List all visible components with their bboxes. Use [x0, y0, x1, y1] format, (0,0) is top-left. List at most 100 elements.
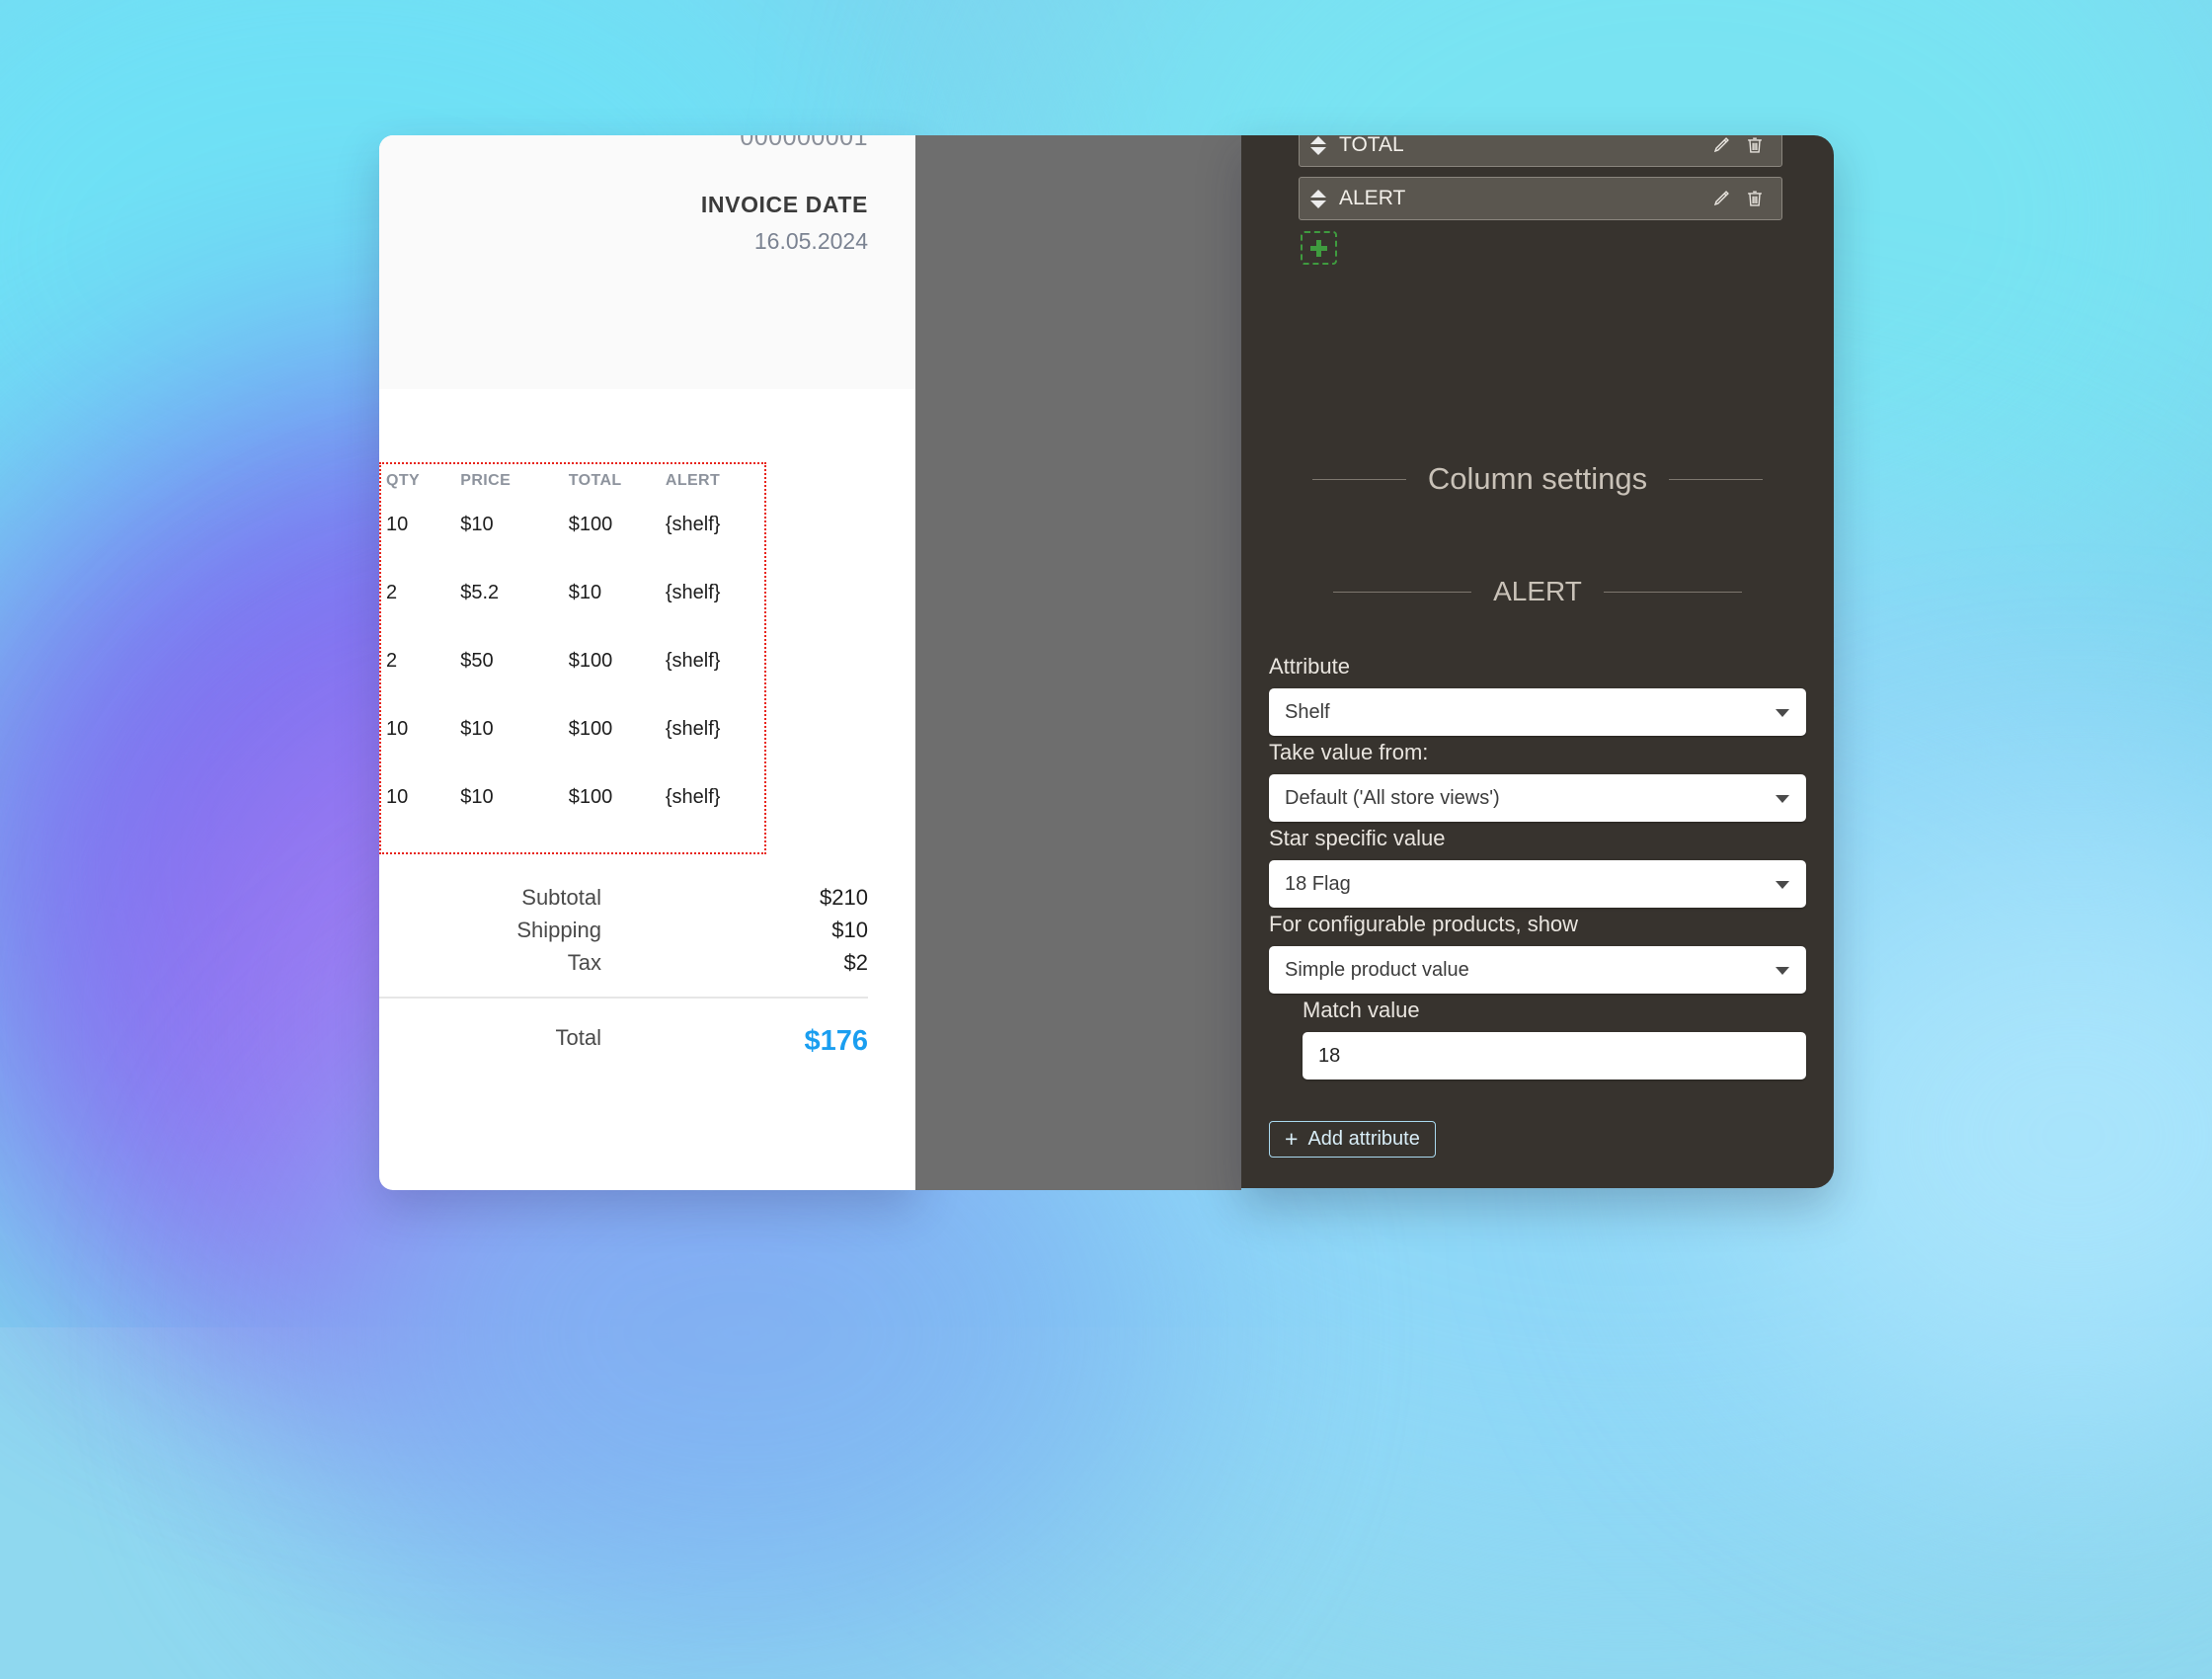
column-list-item-alert[interactable]: ALERT — [1299, 177, 1782, 220]
invoice-preview-card: 000000001 INVOICE DATE 16.05.2024 QTY PR… — [379, 135, 915, 1190]
invoice-totals: Subtotal $210 Shipping $10 Tax $2 Total … — [379, 881, 915, 1058]
cell-qty: 10 — [386, 786, 409, 808]
column-header-qty: QTY — [386, 472, 421, 489]
invoice-items-table: QTY PRICE TOTAL ALERT 10 $10 $100 {shelf… — [381, 464, 764, 833]
cell-total: $100 — [568, 514, 613, 535]
totals-value: $10 — [831, 918, 868, 942]
field-for-configurable-products: For configurable products, show Simple p… — [1269, 912, 1806, 994]
column-list-item-total[interactable]: TOTAL — [1299, 135, 1782, 167]
field-label: For configurable products, show — [1269, 912, 1579, 936]
section-heading-column-settings: Column settings — [1241, 461, 1834, 497]
heading-rule-left — [1333, 591, 1472, 593]
star-specific-value-select-value: 18 Flag — [1285, 872, 1351, 895]
cell-price: $10 — [460, 786, 494, 808]
field-attribute: Attribute Shelf — [1269, 654, 1806, 736]
field-label: Attribute — [1269, 654, 1350, 679]
grand-total-label: Total — [555, 1025, 601, 1050]
add-attribute-label: Add attribute — [1307, 1128, 1420, 1150]
selected-column-title: ALERT — [1493, 576, 1582, 606]
add-column-button[interactable] — [1301, 231, 1337, 265]
heading-rule-left — [1311, 478, 1406, 480]
match-value-input-value: 18 — [1318, 1044, 1341, 1067]
invoice-number: 000000001 — [740, 135, 868, 151]
cell-alert: {shelf} — [665, 718, 721, 740]
cell-alert: {shelf} — [665, 582, 721, 603]
for-configurable-select[interactable]: Simple product value — [1269, 946, 1806, 994]
grand-total-row: Total $176 — [379, 1025, 868, 1058]
cell-total: $100 — [568, 650, 613, 672]
cell-qty: 2 — [386, 650, 398, 672]
column-header-total: TOTAL — [568, 472, 622, 489]
field-label: Match value — [1303, 998, 1420, 1022]
table-row: 2 $5.2 $10 {shelf} — [383, 560, 762, 626]
invoice-date-value: 16.05.2024 — [753, 228, 868, 254]
totals-label: Shipping — [516, 918, 601, 942]
cell-alert: {shelf} — [665, 786, 721, 808]
totals-row-tax: Tax $2 — [379, 946, 868, 979]
field-take-value-from: Take value from: Default ('All store vie… — [1269, 740, 1806, 822]
cell-total: $100 — [568, 718, 613, 740]
chevron-down-icon — [1776, 795, 1789, 803]
column-settings-panel: TOTAL ALERT Column settings ALERT Attrib… — [1241, 135, 1834, 1188]
heading-rule-right — [1669, 478, 1764, 480]
section-heading-selected-column: ALERT — [1241, 576, 1834, 607]
column-header-price: PRICE — [460, 472, 512, 489]
match-value-input[interactable]: 18 — [1303, 1032, 1806, 1079]
plus-icon: + — [1285, 1126, 1299, 1152]
edit-pencil-icon[interactable] — [1704, 135, 1738, 162]
cell-alert: {shelf} — [665, 514, 721, 535]
cell-alert: {shelf} — [665, 650, 721, 672]
attribute-select[interactable]: Shelf — [1269, 688, 1806, 736]
heading-rule-right — [1603, 591, 1742, 593]
totals-value: $210 — [820, 885, 868, 910]
plus-icon — [1310, 239, 1327, 257]
section-title: Column settings — [1427, 461, 1648, 496]
invoice-header — [379, 135, 915, 389]
edit-pencil-icon[interactable] — [1704, 182, 1738, 215]
attribute-select-value: Shelf — [1285, 700, 1330, 723]
cell-qty: 10 — [386, 514, 409, 535]
grand-total-value: $176 — [804, 1025, 868, 1057]
chevron-down-icon — [1776, 881, 1789, 889]
field-match-value: Match value 18 — [1303, 998, 1806, 1079]
totals-row-subtotal: Subtotal $210 — [379, 881, 868, 914]
cell-total: $100 — [568, 786, 613, 808]
table-row: 10 $10 $100 {shelf} — [383, 696, 762, 762]
drag-handle-icon[interactable] — [1309, 135, 1327, 158]
add-attribute-button[interactable]: + Add attribute — [1269, 1121, 1436, 1158]
table-header-row: QTY PRICE TOTAL ALERT — [383, 466, 762, 490]
cell-qty: 2 — [386, 582, 398, 603]
for-configurable-select-value: Simple product value — [1285, 958, 1469, 981]
totals-label: Subtotal — [521, 885, 601, 910]
invoice-date-label: INVOICE DATE — [700, 192, 868, 217]
dim-overlay — [915, 135, 1241, 1190]
items-table-selection-box[interactable]: QTY PRICE TOTAL ALERT 10 $10 $100 {shelf… — [379, 462, 766, 854]
cell-total: $10 — [568, 582, 602, 603]
delete-trash-icon[interactable] — [1738, 135, 1772, 162]
table-row: 10 $10 $100 {shelf} — [383, 764, 762, 831]
cell-qty: 10 — [386, 718, 409, 740]
column-list-item-label: TOTAL — [1339, 135, 1404, 156]
delete-trash-icon[interactable] — [1738, 182, 1772, 215]
field-label: Take value from: — [1269, 740, 1429, 764]
field-label: Star specific value — [1269, 826, 1446, 850]
column-header-alert: ALERT — [665, 472, 721, 489]
totals-divider — [379, 997, 868, 999]
table-row: 2 $50 $100 {shelf} — [383, 628, 762, 694]
cell-price: $50 — [460, 650, 494, 672]
chevron-down-icon — [1776, 967, 1789, 975]
cell-price: $5.2 — [460, 582, 500, 603]
totals-value: $2 — [843, 950, 868, 975]
totals-label: Tax — [567, 950, 601, 975]
cell-price: $10 — [460, 514, 494, 535]
cell-price: $10 — [460, 718, 494, 740]
take-value-from-select[interactable]: Default ('All store views') — [1269, 774, 1806, 822]
chevron-down-icon — [1776, 709, 1789, 717]
totals-row-shipping: Shipping $10 — [379, 914, 868, 946]
take-value-from-select-value: Default ('All store views') — [1285, 786, 1500, 809]
table-row: 10 $10 $100 {shelf} — [383, 492, 762, 558]
column-list-item-label: ALERT — [1339, 187, 1406, 209]
field-star-specific-value: Star specific value 18 Flag — [1269, 826, 1806, 908]
star-specific-value-select[interactable]: 18 Flag — [1269, 860, 1806, 908]
drag-handle-icon[interactable] — [1309, 186, 1327, 211]
